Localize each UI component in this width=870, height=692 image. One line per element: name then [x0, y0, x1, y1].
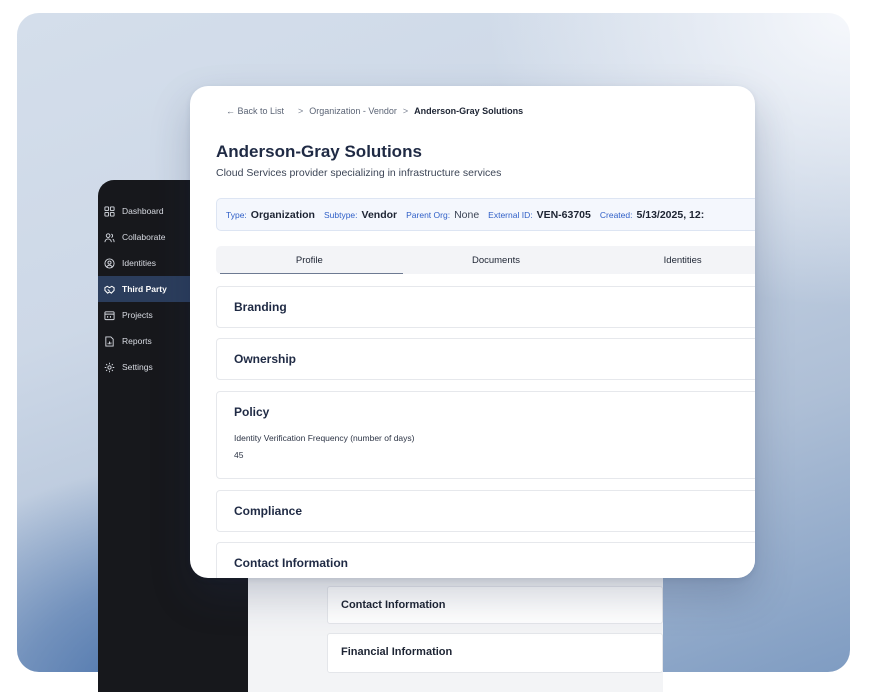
tab-documents[interactable]: Documents: [403, 246, 590, 274]
subtype-value: Vendor: [361, 208, 398, 221]
breadcrumb-current: Anderson-Gray Solutions: [414, 106, 524, 116]
page-title: Anderson-Gray Solutions: [216, 142, 422, 161]
breadcrumb-separator-icon: >: [298, 106, 304, 116]
verification-frequency-label: Identity Verification Frequency (number …: [234, 433, 415, 443]
section-ownership[interactable]: Ownership: [216, 338, 755, 380]
sidebar-item-label: Third Party: [122, 284, 167, 294]
metadata-bar: Type: Organization Subtype: Vendor Paren…: [216, 198, 755, 231]
sidebar-item-label: Collaborate: [122, 232, 166, 242]
section-title: Branding: [234, 300, 287, 314]
section-branding[interactable]: Branding: [216, 286, 755, 328]
external-id-value: VEN-63705: [536, 208, 591, 221]
sidebar-item-reports[interactable]: Reports: [98, 328, 190, 354]
tab-profile[interactable]: Profile: [216, 246, 403, 274]
section-title: Policy: [234, 405, 270, 419]
gear-icon: [104, 362, 115, 373]
sidebar-item-dashboard[interactable]: Dashboard: [98, 198, 190, 224]
tab-identities[interactable]: Identities: [589, 246, 755, 274]
breadcrumb: ← Back to List > Organization - Vendor >…: [226, 106, 523, 116]
subtype-label: Subtype:: [323, 209, 358, 220]
section-title: Compliance: [234, 504, 303, 518]
page-subtitle: Cloud Services provider specializing in …: [216, 167, 502, 179]
section-contact-information[interactable]: Contact Information: [216, 542, 755, 578]
breadcrumb-parent-link[interactable]: Organization - Vendor: [309, 106, 397, 116]
sidebar-item-settings[interactable]: Settings: [98, 354, 190, 380]
sidebar-item-collaborate[interactable]: Collaborate: [98, 224, 190, 250]
created-label: Created:: [599, 209, 633, 220]
type-label: Type:: [226, 209, 247, 220]
sidebar-item-label: Reports: [122, 336, 152, 346]
parent-org-value: None: [454, 208, 480, 221]
vendor-detail-window: ← Back to List > Organization - Vendor >…: [190, 86, 755, 578]
type-value: Organization: [250, 208, 315, 221]
sidebar-item-label: Projects: [122, 310, 153, 320]
back-to-list-link[interactable]: ← Back to List: [226, 106, 284, 116]
section-title: Contact Information: [234, 556, 348, 570]
projects-icon: [104, 310, 115, 321]
sidebar-item-label: Identities: [122, 258, 157, 268]
sidebar-item-label: Dashboard: [122, 206, 164, 216]
section-title: Contact Information: [341, 599, 446, 611]
section-compliance[interactable]: Compliance: [216, 490, 755, 532]
verification-frequency-value: 45: [234, 450, 244, 460]
created-value: 5/13/2025, 12:: [636, 208, 705, 221]
sidebar-item-projects[interactable]: Projects: [98, 302, 190, 328]
dashboard-icon: [104, 205, 115, 217]
tab-bar: Profile Documents Identities: [216, 246, 755, 274]
external-id-label: External ID:: [488, 209, 533, 220]
parent-org-label: Parent Org:: [406, 209, 451, 220]
section-title: Financial Information: [341, 646, 453, 658]
identity-icon: [104, 257, 115, 269]
sidebar-item-identities[interactable]: Identities: [98, 250, 190, 276]
handshake-icon: [104, 284, 115, 295]
sidebar-nav: Dashboard Collaborate Identities Third P…: [98, 198, 190, 380]
breadcrumb-separator-icon: >: [402, 106, 409, 116]
people-icon: [104, 232, 115, 243]
back-section-contact-information[interactable]: Contact Information: [327, 586, 663, 624]
sidebar-item-third-party[interactable]: Third Party: [98, 276, 190, 302]
sidebar-item-label: Settings: [122, 362, 153, 372]
section-title: Ownership: [234, 352, 297, 366]
section-policy[interactable]: Policy Identity Verification Frequency (…: [216, 391, 755, 479]
report-icon: [104, 335, 115, 347]
back-section-financial-information[interactable]: Financial Information: [327, 633, 663, 673]
